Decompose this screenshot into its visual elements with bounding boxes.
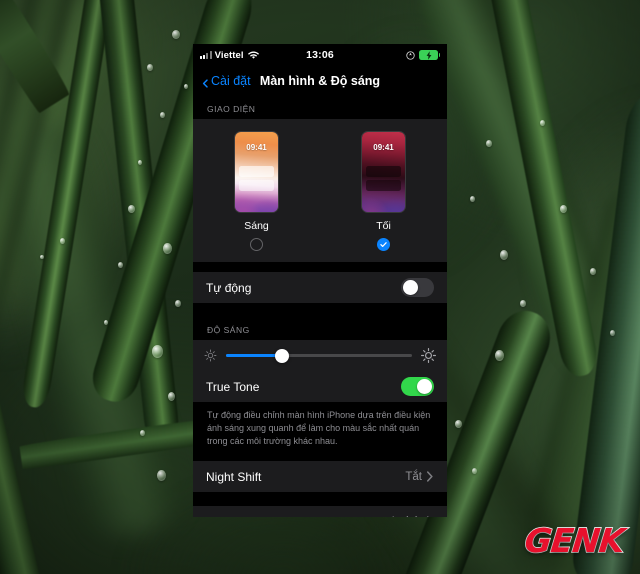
brightness-slider-row[interactable] — [193, 340, 447, 371]
appearance-option-light[interactable]: 09:41 Sáng — [214, 131, 300, 251]
back-button-settings[interactable]: Cài đặt — [201, 74, 251, 88]
appearance-section-header: GIAO DIỆN — [207, 104, 256, 114]
section-gap — [193, 492, 447, 507]
brightness-thumb[interactable] — [274, 348, 289, 363]
automatic-toggle[interactable] — [401, 278, 434, 297]
chevron-right-icon — [426, 471, 434, 482]
preview-notification — [366, 166, 401, 177]
genk-watermark: GENK — [522, 520, 627, 561]
status-bar: Viettel 13:06 — [193, 44, 447, 66]
section-gap — [193, 447, 447, 462]
night-shift-group: Night Shift Tắt — [193, 461, 447, 493]
true-tone-toggle[interactable] — [401, 377, 434, 396]
true-tone-label: True Tone — [206, 379, 260, 394]
section-gap — [193, 262, 447, 272]
location-services-icon — [406, 50, 415, 60]
row-automatic[interactable]: Tự động — [193, 272, 447, 303]
row-auto-lock[interactable]: Tự động khóa 1 phút — [193, 506, 447, 517]
automatic-label: Tự động — [206, 280, 252, 295]
dark-mode-label: Tối — [376, 220, 391, 232]
appearance-option-dark[interactable]: 09:41 Tối — [341, 131, 427, 251]
iphone-settings-screenshot: Viettel 13:06 Cài đặt Màn hình & Độ sáng… — [193, 44, 447, 517]
night-shift-value: Tắt — [405, 470, 422, 483]
chevron-left-icon — [201, 77, 210, 88]
section-gap — [193, 303, 447, 317]
preview-notification — [239, 180, 274, 191]
light-mode-label: Sáng — [244, 220, 269, 232]
dark-mode-preview[interactable]: 09:41 — [361, 131, 406, 213]
status-bar-right — [406, 50, 441, 60]
brightness-track[interactable] — [226, 348, 412, 363]
row-night-shift[interactable]: Night Shift Tắt — [193, 461, 447, 492]
brightness-low-icon — [204, 349, 217, 362]
wifi-icon — [247, 50, 259, 60]
chevron-right-icon — [426, 516, 434, 517]
light-mode-preview[interactable]: 09:41 — [234, 131, 279, 213]
auto-lock-value-group: 1 phút — [390, 516, 434, 517]
automatic-group: Tự động — [193, 272, 447, 303]
checkmark-icon — [380, 242, 387, 248]
brightness-high-icon — [421, 348, 436, 363]
true-tone-control — [401, 377, 434, 396]
carrier-label: Viettel — [214, 49, 244, 61]
true-tone-group: True Tone — [193, 371, 447, 402]
toggle-knob — [402, 279, 419, 296]
light-mode-radio[interactable] — [250, 238, 263, 251]
light-preview-clock: 09:41 — [246, 143, 267, 152]
back-button-label: Cài đặt — [211, 74, 251, 88]
preview-notification — [366, 180, 401, 191]
night-shift-label: Night Shift — [206, 469, 262, 484]
auto-lock-label: Tự động khóa — [206, 515, 281, 517]
night-shift-value-group: Tắt — [405, 471, 434, 483]
brightness-section-header: ĐỘ SÁNG — [207, 325, 250, 335]
true-tone-description: Tự động điều chỉnh màn hình iPhone dựa t… — [207, 410, 431, 446]
auto-lock-value: 1 phút — [390, 516, 422, 517]
preview-notification — [239, 166, 274, 177]
toggle-knob — [416, 378, 433, 395]
automatic-control — [401, 278, 434, 297]
settings-scroll-area[interactable]: GIAO DIỆN 09:41 Sáng 09:41 Tối Tự động Đ… — [193, 96, 447, 517]
status-bar-left: Viettel — [200, 50, 259, 61]
dark-preview-clock: 09:41 — [373, 143, 394, 152]
row-true-tone[interactable]: True Tone — [193, 371, 447, 402]
navigation-bar: Cài đặt Màn hình & Độ sáng — [193, 66, 447, 96]
brightness-fill — [226, 354, 282, 357]
auto-lock-group: Tự động khóa 1 phút — [193, 506, 447, 517]
cellular-bars-icon — [200, 51, 212, 59]
battery-charging-icon — [419, 50, 441, 60]
appearance-picker: 09:41 Sáng 09:41 Tối — [193, 119, 447, 262]
dark-mode-radio[interactable] — [377, 238, 390, 251]
